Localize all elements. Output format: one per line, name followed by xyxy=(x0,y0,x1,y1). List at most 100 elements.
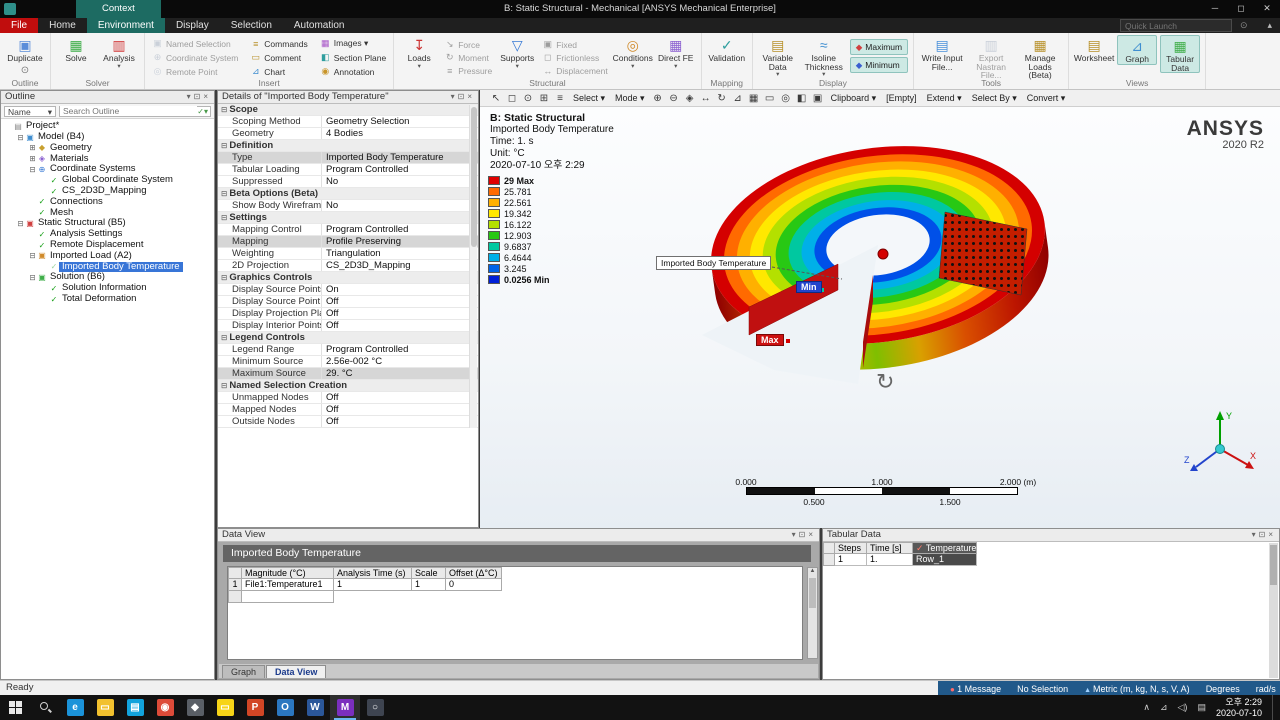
panel-window-icons[interactable]: ▾⊡× xyxy=(792,529,816,541)
graphics-toolbar-item[interactable]: Mode ▾ xyxy=(610,93,650,104)
minimum-toggle-button[interactable]: ◆ Minimum xyxy=(849,57,909,73)
outline-search-box[interactable]: ✓▾ xyxy=(59,105,211,117)
details-row[interactable]: Display Source Point Ids Off xyxy=(218,296,478,308)
graphics-toolbar-item[interactable]: ◈ xyxy=(682,93,698,104)
taskbar-search-button[interactable] xyxy=(30,695,60,720)
data-view-tab[interactable]: Graph xyxy=(222,665,266,678)
graphics-toolbar-item[interactable]: ≡ xyxy=(552,93,568,104)
isoline-thickness-button[interactable]: ≈ Isoline Thickness ▾ xyxy=(801,35,847,78)
start-button[interactable] xyxy=(0,695,30,720)
graphics-toolbar-item[interactable]: Convert ▾ xyxy=(1022,93,1071,104)
tree-expander-icon[interactable]: ⊟ xyxy=(16,219,25,228)
ribbon-tab[interactable]: Selection xyxy=(220,18,283,33)
graphics-toolbar-item[interactable]: ↻ xyxy=(714,93,730,104)
data-view-tab[interactable]: Data View xyxy=(266,665,327,678)
details-row-value[interactable]: No xyxy=(322,200,478,211)
details-row-value[interactable]: 29. °C xyxy=(322,368,478,379)
ribbon-tab[interactable]: Environment xyxy=(86,18,165,33)
data-view-column-header[interactable]: Analysis Time (s) xyxy=(334,567,412,579)
tabular-column-header[interactable]: Steps xyxy=(835,542,867,554)
tools-button[interactable]: ▤ Write Input File... xyxy=(919,35,965,71)
graphics-toolbar-item[interactable]: [Empty] xyxy=(881,93,922,103)
graphics-toolbar-item[interactable]: Extend ▾ xyxy=(922,93,967,104)
taskbar-app-edge[interactable]: e xyxy=(60,695,90,720)
structural-small-button[interactable]: ▣ Fixed xyxy=(540,38,610,51)
graphics-toolbar-item[interactable]: ⊿ xyxy=(730,93,746,104)
outline-tree-item[interactable]: ✓ CS_2D3D_Mapping xyxy=(1,185,214,197)
structural-small-button[interactable]: ◻ Frictionless xyxy=(540,51,610,64)
tools-button[interactable]: ▥ Export Nastran File... xyxy=(968,35,1014,80)
ribbon-tab[interactable]: Home xyxy=(38,18,87,33)
graphics-toolbar-item[interactable]: ▣ xyxy=(810,93,826,104)
data-view-cell[interactable]: File1:Temperature1 xyxy=(242,579,334,591)
views-button[interactable]: ▤ Worksheet xyxy=(1074,35,1114,63)
details-row-value[interactable]: Program Controlled xyxy=(322,224,478,235)
data-view-cell[interactable]: 1 xyxy=(412,579,446,591)
remote-point-marker[interactable] xyxy=(877,248,889,260)
insert-item-button[interactable]: ≡ Commands xyxy=(248,37,309,50)
status-bar-item[interactable]: Metric (m, kg, N, s, V, A) xyxy=(1084,684,1190,694)
details-row[interactable]: Minimum Source 2.56e-002 °C xyxy=(218,356,478,368)
details-row[interactable]: Weighting Triangulation xyxy=(218,248,478,260)
variable-data-button[interactable]: ▤ Variable Data ▾ xyxy=(758,35,798,78)
taskbar-app-viewer[interactable]: ◆ xyxy=(180,695,210,720)
details-row[interactable]: Display Source Points On xyxy=(218,284,478,296)
graphics-toolbar-item[interactable]: ◧ xyxy=(794,93,810,104)
details-row[interactable]: Display Projection Plane Off xyxy=(218,308,478,320)
ribbon-tab[interactable]: File xyxy=(0,18,39,33)
status-bar-item[interactable]: 1 Message xyxy=(950,684,1001,694)
supports-button[interactable]: ▽ Supports ▾ xyxy=(497,35,537,70)
insert-item-button[interactable]: ▦ Images ▾ xyxy=(318,37,388,50)
graphics-toolbar-item[interactable]: Select ▾ xyxy=(568,93,610,104)
tray-expand-icon[interactable]: ∧ xyxy=(1143,702,1150,713)
taskbar-app-file-explorer[interactable]: ▭ xyxy=(90,695,120,720)
structural-small-button[interactable]: ↻ Moment xyxy=(442,51,494,64)
taskbar-app-clock[interactable]: ○ xyxy=(360,695,390,720)
graphics-toolbar-item[interactable]: ▭ xyxy=(762,93,778,104)
tree-expander-icon[interactable]: ⊞ xyxy=(28,143,37,152)
taskbar-clock[interactable]: 오후 2:29 2020-07-10 xyxy=(1216,697,1262,719)
maximum-toggle-button[interactable]: ◆ Maximum xyxy=(849,39,909,55)
ribbon-tab[interactable]: Display xyxy=(165,18,220,33)
filter-check-icon[interactable]: ✓▾ xyxy=(197,107,210,116)
insert-item-button[interactable]: ⊕ Coordinate System xyxy=(150,51,240,64)
details-row[interactable]: Scope xyxy=(218,104,478,116)
tabular-column-header[interactable]: Temperature xyxy=(913,542,977,554)
structural-small-button[interactable]: ≡ Pressure xyxy=(442,64,494,77)
insert-item-button[interactable]: ◎ Remote Point xyxy=(150,65,240,78)
details-row-value[interactable]: Geometry Selection xyxy=(322,116,478,127)
details-row[interactable]: Geometry 4 Bodies xyxy=(218,128,478,140)
taskbar-app-kakaotalk[interactable]: ▭ xyxy=(210,695,240,720)
status-bar-item[interactable]: rad/s xyxy=(1256,684,1276,694)
conditions-button[interactable]: ◎ Conditions ▾ xyxy=(613,35,653,70)
details-row[interactable]: Definition xyxy=(218,140,478,152)
ribbon-collapse-icon[interactable]: ▴ xyxy=(1267,18,1272,33)
details-row[interactable]: 2D Projection CS_2D3D_Mapping xyxy=(218,260,478,272)
insert-item-button[interactable]: ▭ Comment xyxy=(248,51,309,64)
details-row[interactable]: Beta Options (Beta) xyxy=(218,188,478,200)
status-bar-item[interactable]: Degrees xyxy=(1206,684,1240,694)
outline-tree-item[interactable]: ✓ Total Deformation xyxy=(1,293,214,305)
minimize-button[interactable]: ─ xyxy=(1202,0,1228,18)
taskbar-app-browser[interactable]: ◉ xyxy=(150,695,180,720)
views-button[interactable]: ▦ Tabular Data xyxy=(1160,35,1201,73)
details-row-value[interactable]: 4 Bodies xyxy=(322,128,478,139)
details-row[interactable]: Type Imported Body Temperature xyxy=(218,152,478,164)
network-icon[interactable]: ⊿ xyxy=(1160,702,1168,713)
details-row[interactable]: Tabular Loading Program Controlled xyxy=(218,164,478,176)
outline-tree-item[interactable]: ✓ Imported Body Temperature xyxy=(1,261,214,272)
quick-launch-box[interactable]: ⊙ xyxy=(1120,19,1248,32)
data-view-cell[interactable]: 1 xyxy=(334,579,412,591)
details-row[interactable]: Graphics Controls xyxy=(218,272,478,284)
graphics-toolbar-item[interactable]: ⊖ xyxy=(666,93,682,104)
show-desktop-button[interactable] xyxy=(1272,695,1276,720)
details-row-value[interactable]: Off xyxy=(322,296,478,307)
tree-expander-icon[interactable]: ⊞ xyxy=(28,154,37,163)
details-row[interactable]: Outside Nodes Off xyxy=(218,416,478,428)
outline-tree-item[interactable]: ▤ Project* xyxy=(1,121,214,132)
details-row[interactable]: Legend Controls xyxy=(218,332,478,344)
data-view-cell[interactable] xyxy=(242,591,334,603)
status-bar-item[interactable]: No Selection xyxy=(1017,684,1068,694)
structural-small-button[interactable]: ↘ Force xyxy=(442,38,494,51)
data-view-cell[interactable]: 0 xyxy=(446,579,502,591)
